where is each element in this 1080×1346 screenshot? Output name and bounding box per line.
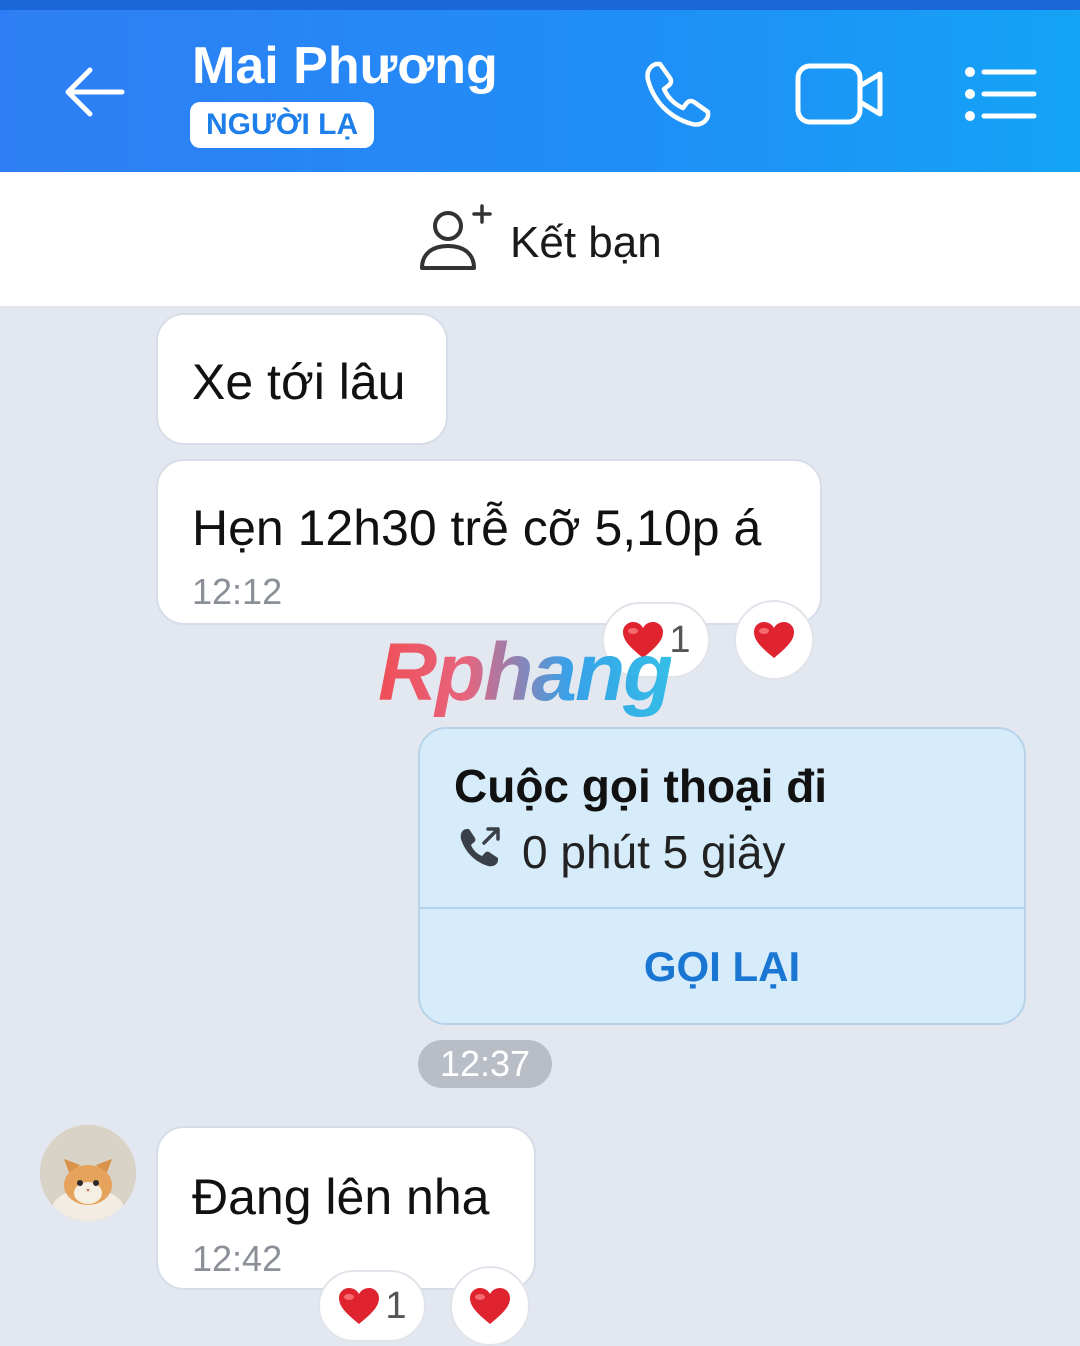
stranger-badge: NGƯỜI LẠ: [190, 102, 375, 148]
call-card: Cuộc gọi thoại đi 0 phút 5 giây GỌI LẠI: [418, 727, 1026, 1025]
avatar[interactable]: [40, 1125, 136, 1221]
menu-button[interactable]: [956, 52, 1040, 136]
reaction-summary[interactable]: 1: [318, 1270, 426, 1342]
reaction-count: 1: [669, 618, 691, 661]
outgoing-call-icon: [460, 827, 500, 867]
time-separator: 12:37: [418, 1040, 552, 1088]
heart-icon: [470, 1288, 510, 1324]
list-menu-icon: [965, 67, 1037, 121]
chat-header: [0, 0, 1080, 172]
video-camera-icon: [795, 63, 883, 125]
watermark-logo: Rphang: [378, 627, 673, 718]
message-bubble[interactable]: Xe tới lâu: [156, 313, 448, 445]
reaction-count: 1: [385, 1284, 407, 1327]
message-bubble[interactable]: Hẹn 12h30 trễ cỡ 5,10p á 12:12: [156, 459, 822, 625]
message-time: 12:42: [192, 1238, 283, 1279]
heart-icon: [339, 1288, 380, 1324]
add-person-icon: [420, 204, 492, 270]
react-heart-button[interactable]: [734, 600, 814, 680]
message-text: Đang lên nha: [192, 1169, 490, 1225]
contact-name[interactable]: Mai Phương: [192, 36, 498, 96]
phone-icon: [645, 61, 711, 127]
status-strip: [0, 0, 1080, 10]
react-heart-button[interactable]: [450, 1266, 530, 1346]
message-time: 12:12: [192, 571, 283, 612]
back-button[interactable]: [58, 56, 130, 128]
call-duration: 0 phút 5 giây: [522, 826, 786, 878]
message-text: Hẹn 12h30 trễ cỡ 5,10p á: [192, 500, 762, 556]
voice-call-button[interactable]: [636, 52, 720, 136]
call-back-button[interactable]: GỌI LẠI: [420, 909, 1024, 1023]
back-arrow-icon: [65, 67, 125, 117]
message-text: Xe tới lâu: [192, 354, 406, 410]
message-bubble[interactable]: Đang lên nha 12:42: [156, 1126, 536, 1290]
cat-avatar-icon: [40, 1125, 136, 1221]
add-friend-label: Kết bạn: [510, 218, 662, 267]
heart-icon: [754, 622, 794, 658]
add-friend-button[interactable]: Kết bạn: [410, 198, 690, 282]
call-title: Cuộc gọi thoại đi: [454, 760, 828, 812]
video-call-button[interactable]: [790, 52, 890, 136]
